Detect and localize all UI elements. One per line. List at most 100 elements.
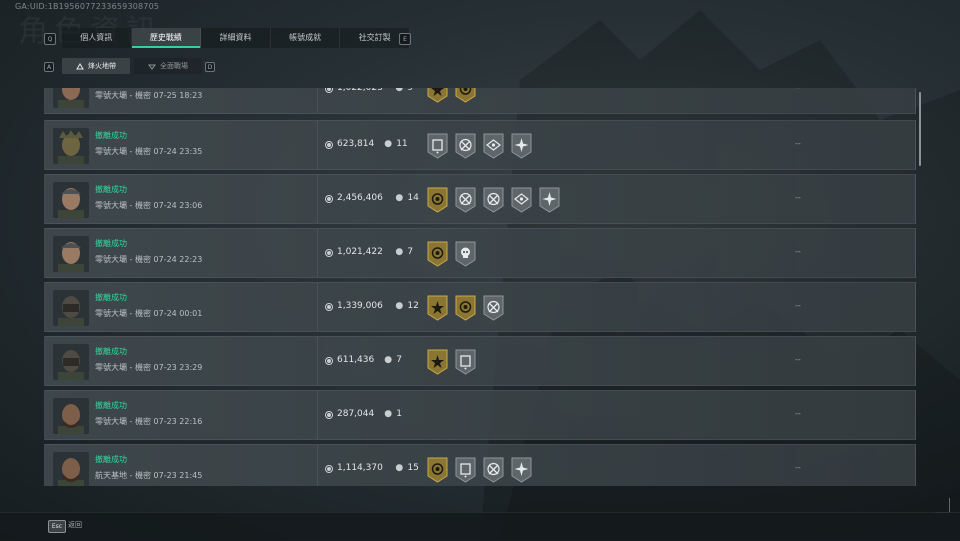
record-row[interactable]: 撤離成功 零號大壩 - 機密 07-24 22:23 1,021,422 ● 7… <box>44 228 916 278</box>
record-row[interactable]: 撤離成功 零號大壩 - 機密 07-23 22:16 287,044 ● 1 -… <box>44 390 916 440</box>
silver-eagle-badge-icon[interactable] <box>511 187 532 213</box>
record-row[interactable]: 撤離成功 零號大壩 - 機密 07-24 00:01 1,339,006 ● 1… <box>44 282 916 332</box>
coin-icon <box>325 411 333 419</box>
record-row[interactable]: 撤離成功 零號大壩 - 機密 07-25 18:23 1,022,023 ● 9… <box>44 88 916 114</box>
record-row[interactable]: 撤離成功 零號大壩 - 機密 07-24 23:06 2,456,406 ● 1… <box>44 174 916 224</box>
record-value: 287,044 <box>337 409 375 419</box>
record-kills: 9 <box>407 88 414 93</box>
coin-icon <box>325 141 333 149</box>
record-extra: -- <box>795 355 801 364</box>
record-badges <box>427 88 476 103</box>
gold-star-badge-icon[interactable] <box>427 88 448 103</box>
record-map-time: 零號大壩 - 機密 07-25 18:23 <box>95 91 203 100</box>
subtab-operations[interactable]: 烽火地帶 <box>62 58 130 74</box>
record-kills: 15 <box>407 463 419 473</box>
record-extra: -- <box>795 301 801 310</box>
operator-avatar <box>53 236 89 272</box>
match-record-list: 撤離成功 零號大壩 - 機密 07-25 18:23 1,022,023 ● 9… <box>44 88 916 486</box>
record-extra: -- <box>795 193 801 202</box>
row-divider <box>317 121 318 169</box>
gold-target-badge-icon[interactable] <box>427 457 448 483</box>
frame-corner-decoration <box>935 498 950 513</box>
gold-target-badge-icon[interactable] <box>427 187 448 213</box>
coin-icon <box>325 195 333 203</box>
subtab-warfare[interactable]: 全面戰場 <box>134 58 202 74</box>
esc-key-hint[interactable]: Esc <box>48 520 66 533</box>
record-status: 撤離成功 <box>95 401 127 410</box>
row-divider <box>317 283 318 331</box>
record-row[interactable]: 撤離成功 零號大壩 - 機密 07-24 23:35 623,814 ● 11 … <box>44 120 916 170</box>
prev-subtab-key-hint[interactable]: A <box>44 62 54 72</box>
silver-star-badge-icon[interactable] <box>539 187 560 213</box>
row-divider <box>317 337 318 385</box>
tab-personal-info[interactable]: 個人資訊 <box>62 28 132 48</box>
skull-icon: ● <box>384 355 393 365</box>
record-kills: 7 <box>396 355 402 365</box>
record-value: 1,339,006 <box>337 301 383 311</box>
gold-target-badge-icon[interactable] <box>455 88 476 103</box>
record-value: 611,436 <box>337 355 375 365</box>
record-row[interactable]: 撤離成功 航天基地 - 機密 07-23 21:45 1,114,370 ● 1… <box>44 444 916 486</box>
row-divider <box>317 229 318 277</box>
gold-target-badge-icon[interactable] <box>427 241 448 267</box>
record-map-time: 零號大壩 - 機密 07-24 23:06 <box>95 201 203 210</box>
operator-avatar <box>53 128 89 164</box>
silver-shield-badge-icon[interactable] <box>455 457 476 483</box>
silver-cross-badge-icon[interactable] <box>483 457 504 483</box>
gold-star-badge-icon[interactable] <box>427 349 448 375</box>
next-subtab-key-hint[interactable]: D <box>205 62 215 72</box>
record-row[interactable]: 撤離成功 零號大壩 - 機密 07-23 23:29 611,436 ● 7 -… <box>44 336 916 386</box>
mode-subtab-bar: 烽火地帶 全面戰場 <box>62 58 202 74</box>
list-scrollbar[interactable] <box>919 92 921 166</box>
warfare-mode-icon <box>148 64 156 70</box>
record-kills: 12 <box>407 301 419 311</box>
main-tab-bar: 個人資訊 歷史戰績 詳細資料 帳號成就 社交訂製 <box>62 28 410 48</box>
record-extra: -- <box>795 88 801 92</box>
record-status: 撤離成功 <box>95 185 127 194</box>
record-extra: -- <box>795 409 801 418</box>
record-badges <box>427 349 476 375</box>
back-label[interactable]: 返回 <box>68 520 82 531</box>
silver-cross-badge-icon[interactable] <box>483 295 504 321</box>
tab-achievements[interactable]: 帳號成就 <box>271 28 341 48</box>
silver-cross-badge-icon[interactable] <box>455 187 476 213</box>
record-value: 623,814 <box>337 139 375 149</box>
tab-match-history[interactable]: 歷史戰績 <box>131 28 202 48</box>
skull-icon: ● <box>395 193 404 203</box>
silver-star-badge-icon[interactable] <box>511 133 532 159</box>
silver-cross-badge-icon[interactable] <box>483 187 504 213</box>
silver-eagle-badge-icon[interactable] <box>483 133 504 159</box>
operator-avatar <box>53 344 89 380</box>
gold-target-badge-icon[interactable] <box>455 295 476 321</box>
row-divider <box>317 88 318 113</box>
record-value: 1,022,023 <box>337 88 383 93</box>
record-status: 撤離成功 <box>95 347 127 356</box>
prev-tab-key-hint[interactable]: Q <box>44 33 56 45</box>
silver-cross-badge-icon[interactable] <box>455 133 476 159</box>
row-divider <box>317 175 318 223</box>
record-status: 撤離成功 <box>95 455 127 464</box>
record-badges <box>427 187 560 213</box>
silver-star-badge-icon[interactable] <box>511 457 532 483</box>
operations-mode-icon <box>76 62 84 69</box>
record-map-time: 零號大壩 - 機密 07-24 23:35 <box>95 147 203 156</box>
record-map-time: 零號大壩 - 機密 07-23 22:16 <box>95 417 203 426</box>
record-badges <box>427 133 532 159</box>
record-value: 1,021,422 <box>337 247 383 257</box>
next-tab-key-hint[interactable]: E <box>399 33 411 45</box>
gold-star-badge-icon[interactable] <box>427 295 448 321</box>
silver-shield-badge-icon[interactable] <box>455 349 476 375</box>
subtab-operations-label: 烽火地帶 <box>88 62 116 70</box>
record-badges <box>427 295 504 321</box>
record-extra: -- <box>795 463 801 472</box>
record-kills: 11 <box>396 139 408 149</box>
silver-skull-badge-icon[interactable] <box>455 241 476 267</box>
record-status: 撤離成功 <box>95 131 127 140</box>
silver-shield-badge-icon[interactable] <box>427 133 448 159</box>
record-map-time: 零號大壩 - 機密 07-24 00:01 <box>95 309 203 318</box>
tab-details[interactable]: 詳細資料 <box>201 28 271 48</box>
record-extra: -- <box>795 139 801 148</box>
operator-avatar <box>53 88 89 108</box>
record-value: 1,114,370 <box>337 463 383 473</box>
record-status: 撤離成功 <box>95 239 127 248</box>
